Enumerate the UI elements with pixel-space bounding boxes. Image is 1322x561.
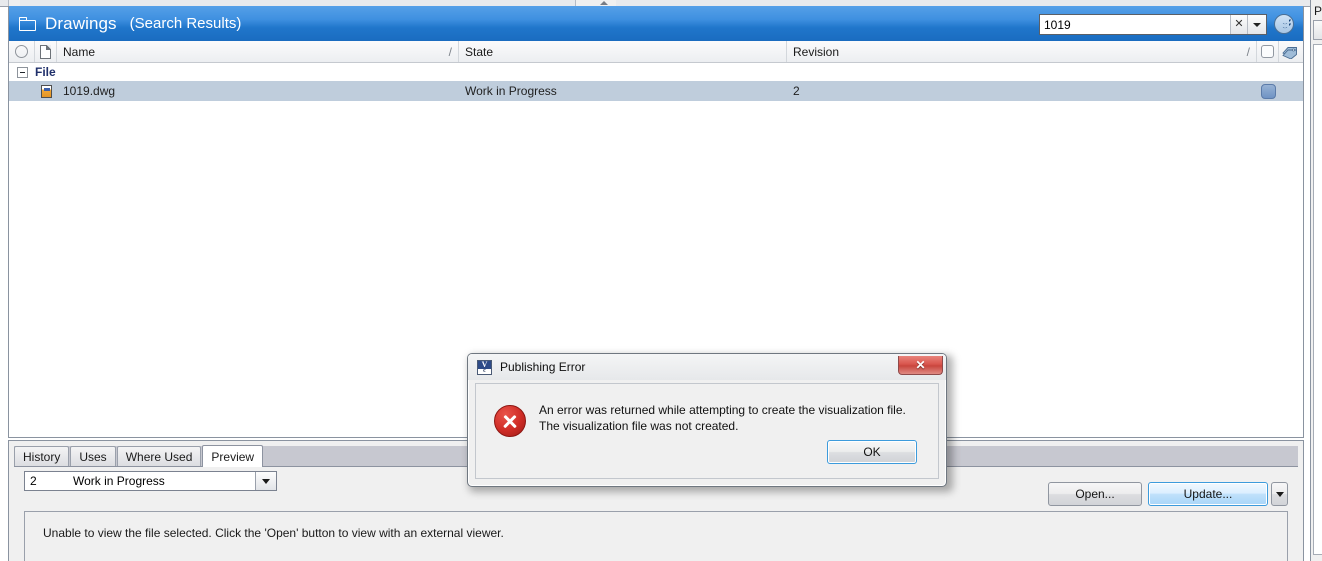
blue-rounded-square-icon [1260,83,1276,99]
row-state-cell: Work in Progress [465,84,557,98]
revision-state: Work in Progress [73,474,165,488]
dialog-message: An error was returned while attempting t… [539,403,906,433]
right-panel-body [1313,44,1322,555]
preview-area: Unable to view the file selected. Click … [24,511,1288,561]
column-header-select[interactable] [9,41,35,62]
row-revision-cell: 2 [793,84,800,98]
dwg-file-icon [40,84,52,98]
vault-app-icon: V c [477,359,492,375]
circle-icon [15,45,28,58]
list-group-header[interactable]: File [9,63,1303,81]
preview-message: Unable to view the file selected. Click … [43,526,504,540]
column-header-doctype[interactable] [35,41,57,62]
search-clear-icon[interactable]: ✕ [1230,15,1247,34]
toolbar-overflow-arrow-icon[interactable] [600,1,608,5]
column-header-state-label: State [465,44,494,59]
column-header-revision-label: Revision [793,44,840,59]
list-group-label: File [35,65,56,79]
dialog-title: Publishing Error [500,360,586,374]
column-header-name-label: Name [63,44,96,59]
tab-preview[interactable]: Preview [202,445,264,467]
dialog-body: An error was returned while attempting t… [475,383,939,479]
tag-icon [1282,45,1298,60]
page-title: Drawings [45,14,117,33]
row-tag-cell [1279,81,1301,101]
page-subtitle: (Search Results) [129,15,242,32]
chevron-down-icon[interactable] [255,472,276,490]
vault-icon-letter-bottom: c [483,367,486,374]
revision-select[interactable]: 2 Work in Progress [24,471,277,491]
close-icon[interactable]: ✕ [898,356,943,375]
table-row[interactable]: 1019.dwg Work in Progress 2 [9,81,1303,101]
row-name-cell[interactable]: 1019.dwg [57,81,459,101]
column-header-name[interactable]: Name / [57,41,459,62]
row-doctype-cell [35,81,57,101]
ok-button[interactable]: OK [827,440,917,464]
right-side-panel: P [1310,0,1322,561]
search-box[interactable]: ✕ [1039,14,1267,35]
list-column-headers: Name / State Revision / [9,41,1303,63]
folder-icon [19,16,36,31]
expand-search-options-icon[interactable] [1274,14,1294,34]
row-select-cell[interactable] [9,81,35,101]
dialog-title-bar: V c Publishing Error ✕ [468,354,946,380]
publishing-error-dialog: V c Publishing Error ✕ An error was retu… [467,353,947,487]
collapse-group-icon[interactable] [17,66,28,78]
open-button[interactable]: Open... [1048,482,1142,506]
revision-number: 2 [30,474,37,488]
column-header-checkbox[interactable] [1257,41,1279,62]
column-header-state[interactable]: State [459,41,787,62]
search-input[interactable] [1040,15,1230,34]
right-panel-tab[interactable] [1313,20,1322,40]
row-flag-cell[interactable] [1257,81,1279,101]
error-cross-circle-icon [494,405,526,437]
update-dropdown-button[interactable] [1271,482,1288,506]
update-button[interactable]: Update... [1148,482,1268,506]
column-header-tag[interactable] [1279,41,1301,62]
tab-uses[interactable]: Uses [70,446,116,466]
pane-title-bar: Drawings (Search Results) ✕ [9,6,1303,41]
rounded-checkbox-icon [1261,45,1274,58]
right-panel-title: P [1314,4,1322,18]
document-icon [40,44,51,59]
tab-where-used[interactable]: Where Used [116,446,202,466]
tab-history[interactable]: History [14,446,70,466]
column-sort-indicator: / [1246,44,1250,59]
column-header-revision[interactable]: Revision / [787,41,1257,62]
app-window: Drawings (Search Results) ✕ Name / [0,0,1322,561]
column-sort-indicator: / [448,44,452,59]
search-dropdown-icon[interactable] [1247,15,1266,34]
